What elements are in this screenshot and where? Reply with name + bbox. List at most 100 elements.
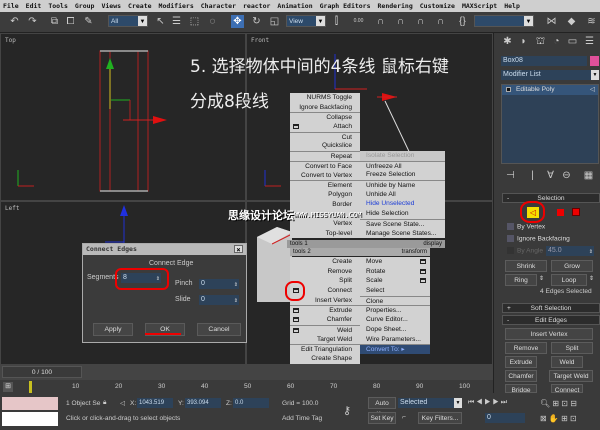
quad-item-chamfer[interactable]: Chamfer <box>290 315 360 325</box>
menu-maxscript[interactable]: MAXScript <box>462 2 497 10</box>
by-vertex-checkbox[interactable]: By Vertex <box>507 223 545 230</box>
quad-item-hide-unselected[interactable]: Hide Unselected <box>360 199 445 209</box>
lock-icon[interactable]: 🔒︎ <box>103 399 107 407</box>
menu-group[interactable]: Group <box>75 2 95 10</box>
selection-filter-dropdown[interactable]: All ▼ <box>108 15 148 27</box>
quad-item-remove[interactable]: Remove <box>290 267 360 277</box>
display-tab-icon[interactable]: ▭ <box>566 35 579 48</box>
connect-button[interactable]: Connect <box>551 384 583 393</box>
quad-item-nurms-toggle[interactable]: NURMS Toggle <box>290 93 360 103</box>
settings-box-icon[interactable] <box>420 268 426 274</box>
expand-icon[interactable] <box>506 87 511 92</box>
quad-item-convert-to-vertex[interactable]: Convert to Vertex <box>290 171 360 181</box>
quad-item-clone[interactable]: Clone <box>360 295 430 306</box>
quad-item-create-shape[interactable]: Create Shape <box>290 354 360 364</box>
quad-item-curve-editor-[interactable]: Curve Editor... <box>360 315 430 325</box>
quad-item-unhide-all[interactable]: Unhide All <box>360 190 445 200</box>
modify-tab-icon[interactable]: ◗ <box>517 35 530 48</box>
percent-snap-icon[interactable]: ∩ <box>414 15 427 28</box>
spinner-icon[interactable]: ⇕ <box>589 247 593 257</box>
absolute-mode-icon[interactable]: ◁ <box>120 399 125 407</box>
slide-input[interactable]: 0 ⇕ <box>199 295 239 305</box>
ignore-backfacing-checkbox[interactable]: Ignore Backfacing <box>507 235 570 242</box>
angle-snap-toggle-icon[interactable]: ∩ <box>394 15 407 28</box>
quad-item-rotate[interactable]: Rotate <box>360 267 430 277</box>
time-slider-thumb[interactable]: 0 / 100 <box>2 366 82 378</box>
quad-item-ignore-backfacing[interactable]: Ignore Backfacing <box>290 103 360 113</box>
quad-item-collapse[interactable]: Collapse <box>290 112 360 122</box>
ring-spinner-icon[interactable]: ⇕ <box>539 275 544 282</box>
quad-item-attach[interactable]: Attach <box>290 122 360 132</box>
quad-item-element[interactable]: Element <box>290 180 360 190</box>
pin-stack-icon[interactable]: ⊣ <box>504 169 517 182</box>
quad-item-polygon[interactable]: Polygon <box>290 190 360 200</box>
maxscript-listener-white[interactable] <box>2 412 58 426</box>
target-weld-button[interactable]: Target Weld <box>549 370 593 382</box>
menu-animation[interactable]: Animation <box>277 2 312 10</box>
selection-rollout[interactable]: - Selection <box>502 193 600 203</box>
key-filters-button[interactable]: Key Filters... <box>418 412 462 424</box>
quad-item-select[interactable]: Select <box>360 286 430 296</box>
menu-modifiers[interactable]: Modifiers <box>159 2 194 10</box>
motion-tab-icon[interactable]: ◔ <box>550 35 563 48</box>
ref-coord-dropdown[interactable]: View ▼ <box>286 15 326 27</box>
close-icon[interactable]: × <box>234 245 243 254</box>
current-frame-input[interactable]: 0 <box>485 413 525 423</box>
quad-item-manage-scene-states-[interactable]: Manage Scene States... <box>360 229 445 239</box>
quad-item-wire-parameters-[interactable]: Wire Parameters... <box>360 335 430 345</box>
by-angle-checkbox[interactable]: By Angle <box>507 247 543 254</box>
quad-item-repeat[interactable]: Repeat <box>290 151 360 161</box>
make-unique-icon[interactable]: ∀ <box>544 169 557 182</box>
quad-item-freeze-selection[interactable]: Freeze Selection <box>360 170 445 180</box>
spinner-icon[interactable]: ⇕ <box>234 296 238 306</box>
quad-item-save-scene-state-[interactable]: Save Scene State... <box>360 218 445 229</box>
quad-item-dope-sheet-[interactable]: Dope Sheet... <box>360 325 430 335</box>
stack-item-editable-poly[interactable]: Editable Poly ◁ <box>502 85 598 95</box>
unlink-icon[interactable]: ⧠ <box>64 15 77 28</box>
edit-edges-rollout[interactable]: - Edit Edges <box>502 315 600 325</box>
object-name-input[interactable]: Box08 <box>501 56 587 66</box>
select-by-name-icon[interactable]: ☰ <box>170 15 183 28</box>
time-slider-track[interactable]: 0 / 100 <box>0 365 493 380</box>
settings-box-icon[interactable] <box>293 124 299 130</box>
viewport-nav-icons[interactable]: 🔍︎ ⊞ ⊡ ⊟ <box>540 399 577 408</box>
element-subobject-icon[interactable] <box>572 208 580 216</box>
utilities-tab-icon[interactable]: ☰ <box>583 35 596 48</box>
menu-character[interactable]: Character <box>201 2 236 10</box>
quad-item-vertex[interactable]: Vertex <box>290 219 360 229</box>
ring-button[interactable]: Ring <box>505 274 537 286</box>
quad-item-cut[interactable]: Cut <box>290 131 360 142</box>
quad-item-isolate-selection[interactable]: Isolate Selection <box>360 151 445 161</box>
remove-button[interactable]: Remove <box>505 342 547 354</box>
pinch-input[interactable]: 0 ⇕ <box>199 279 239 289</box>
cancel-button[interactable]: Cancel <box>197 323 241 336</box>
apply-button[interactable]: Apply <box>93 323 133 336</box>
menu-rendering[interactable]: Rendering <box>378 2 413 10</box>
rotate-icon[interactable]: ↻ <box>250 15 263 28</box>
quad-item-convert-to-face[interactable]: Convert to Face <box>290 160 360 171</box>
extrude-button[interactable]: Extrude <box>505 356 537 368</box>
quad-item-target-weld[interactable]: Target Weld <box>290 335 360 345</box>
named-selection-icon[interactable]: {} <box>456 15 469 28</box>
quad-item-create[interactable]: Create <box>290 257 360 267</box>
select-object-icon[interactable]: ↖ <box>154 15 167 28</box>
shrink-button[interactable]: Shrink <box>505 260 547 272</box>
rect-selection-icon[interactable]: ⬚ <box>188 15 201 28</box>
settings-box-icon[interactable] <box>293 317 299 323</box>
menu-edit[interactable]: Edit <box>26 2 42 10</box>
configure-modifier-sets-icon[interactable]: ▦ <box>582 169 595 182</box>
hierarchy-tab-icon[interactable]: ⛫ <box>534 35 547 48</box>
menu-tools[interactable]: Tools <box>48 2 68 10</box>
spinner-icon[interactable]: ⇕ <box>234 280 238 290</box>
menu-views[interactable]: Views <box>101 2 121 10</box>
border-subobject-icon[interactable] <box>557 209 564 216</box>
quad-item-top-level[interactable]: Top-level <box>290 229 360 239</box>
angle-snap-icon[interactable]: 0.00 <box>352 15 365 28</box>
quad-item-border[interactable]: Border <box>290 200 360 210</box>
modifier-list-dropdown[interactable]: Modifier List ▼ <box>501 70 599 80</box>
settings-box-icon[interactable] <box>420 278 426 284</box>
mirror-icon[interactable]: ⋈ <box>545 15 558 28</box>
link-icon[interactable]: ⧉ <box>48 15 61 28</box>
insert-vertex-button[interactable]: Insert Vertex <box>505 328 593 340</box>
quad-item-move[interactable]: Move <box>360 257 430 267</box>
